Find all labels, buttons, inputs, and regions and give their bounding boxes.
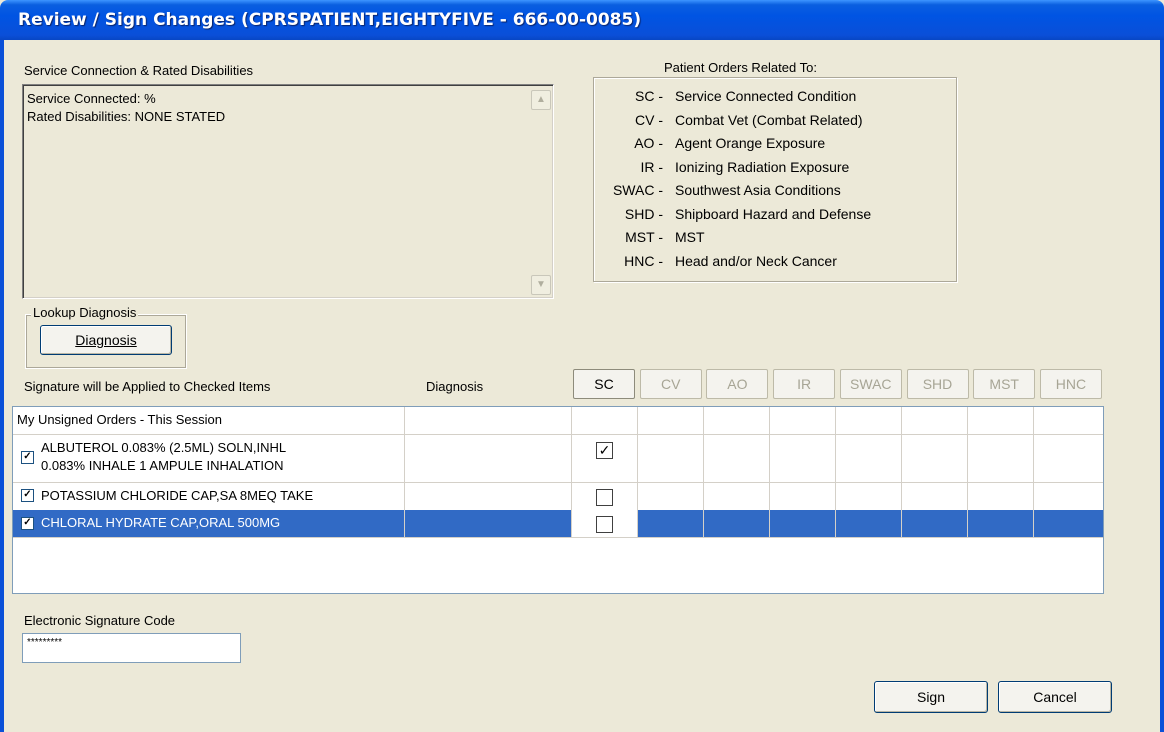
grid-column-divider: [835, 407, 836, 537]
legend-code-sc: SC -: [635, 88, 663, 104]
legend-text-sc: Service Connected Condition: [675, 88, 857, 104]
order-checkbox[interactable]: ✓: [21, 451, 34, 464]
window-frame-right: [1160, 40, 1164, 732]
legend-text-swac: Southwest Asia Conditions: [675, 182, 841, 198]
column-header-sc[interactable]: SC: [573, 369, 635, 399]
grid-column-divider: [404, 407, 405, 537]
legend-code-mst: MST -: [625, 229, 663, 245]
order-row-albuterol[interactable]: ✓ ALBUTEROL 0.083% (2.5ML) SOLN,INHL 0.0…: [13, 434, 1103, 483]
legend-text-mst: MST: [675, 229, 705, 245]
column-header-mst[interactable]: MST: [973, 369, 1036, 399]
sc-checkbox[interactable]: [596, 516, 613, 533]
grid-column-divider: [967, 407, 968, 537]
order-checkbox[interactable]: ✓: [21, 517, 34, 530]
scroll-down-icon[interactable]: ▼: [531, 275, 551, 295]
order-row-potassium[interactable]: ✓ POTASSIUM CHLORIDE CAP,SA 8MEQ TAKE: [13, 482, 1103, 511]
group-row[interactable]: My Unsigned Orders - This Session: [13, 407, 1103, 435]
legend-text-ir: Ionizing Radiation Exposure: [675, 158, 850, 175]
order-text-line1: POTASSIUM CHLORIDE CAP,SA 8MEQ TAKE: [41, 488, 314, 503]
legend-code-ir: IR -: [640, 158, 663, 175]
orders-grid[interactable]: My Unsigned Orders - This Session ✓ ALBU…: [12, 406, 1104, 594]
order-checkbox[interactable]: ✓: [21, 489, 34, 502]
legend-code-swac: SWAC -: [612, 182, 663, 198]
order-text-line2: 0.083% INHALE 1 AMPULE INHALATION: [41, 458, 284, 473]
diagnosis-button-label: Diagnosis: [75, 332, 137, 348]
legend-text-ao: Agent Orange Exposure: [675, 135, 826, 151]
rated-disabilities-line: Rated Disabilities: NONE STATED: [27, 109, 226, 124]
legend-code-ao: AO -: [634, 135, 663, 151]
sc-checkbox[interactable]: ✓: [596, 442, 613, 459]
order-text-line1: ALBUTEROL 0.083% (2.5ML) SOLN,INHL: [41, 440, 287, 455]
esig-label: Electronic Signature Code: [24, 613, 176, 628]
esig-value: *********: [27, 637, 63, 648]
column-header-ir[interactable]: IR: [773, 369, 836, 399]
column-header-swac[interactable]: SWAC: [839, 369, 902, 399]
legend-text-shd: Shipboard Hazard and Defense: [675, 205, 872, 222]
diagnosis-button[interactable]: Diagnosis: [40, 325, 172, 355]
cancel-button-label: Cancel: [1033, 689, 1077, 705]
diagnosis-column-label: Diagnosis: [426, 379, 484, 394]
legend-text-hnc: Head and/or Neck Cancer: [675, 252, 837, 269]
legend-code-hnc: HNC -: [624, 252, 663, 269]
group-row-label: My Unsigned Orders - This Session: [17, 412, 222, 427]
legend-box: [593, 77, 957, 282]
grid-column-divider: [703, 407, 704, 537]
grid-column-divider: [637, 407, 638, 537]
legend-text-cv: Combat Vet (Combat Related): [675, 111, 863, 128]
grid-column-divider: [571, 407, 572, 537]
service-connection-memo[interactable]: Service Connected: % Rated Disabilities:…: [22, 84, 554, 299]
legend-title: Patient Orders Related To:: [664, 60, 817, 75]
title-bar[interactable]: Review / Sign Changes (CPRSPATIENT,EIGHT…: [0, 0, 1164, 40]
scroll-up-icon[interactable]: ▲: [531, 90, 551, 110]
column-header-cv[interactable]: CV: [639, 369, 702, 399]
cancel-button[interactable]: Cancel: [998, 681, 1112, 713]
order-text-line1: CHLORAL HYDRATE CAP,ORAL 500MG: [41, 515, 281, 530]
sign-button[interactable]: Sign: [874, 681, 988, 713]
order-row-chloral[interactable]: ✓ CHLORAL HYDRATE CAP,ORAL 500MG: [13, 510, 1103, 538]
window-title: Review / Sign Changes (CPRSPATIENT,EIGHT…: [18, 10, 642, 30]
sign-button-label: Sign: [916, 689, 946, 705]
grid-column-divider: [769, 407, 770, 537]
lookup-diagnosis-label: Lookup Diagnosis: [31, 305, 139, 320]
signature-applied-label: Signature will be Applied to Checked Ite…: [24, 379, 271, 394]
service-connected-line: Service Connected: %: [27, 91, 156, 106]
sc-checkbox[interactable]: [596, 489, 613, 506]
esig-input[interactable]: *********: [22, 633, 241, 663]
window-frame-left: [0, 40, 4, 732]
column-header-hnc[interactable]: HNC: [1039, 369, 1102, 399]
grid-column-divider: [1033, 407, 1034, 537]
column-header-ao[interactable]: AO: [706, 369, 769, 399]
legend-code-shd: SHD -: [624, 205, 663, 222]
legend-code-cv: CV -: [635, 111, 663, 128]
column-header-shd[interactable]: SHD: [906, 369, 969, 399]
service-connection-label: Service Connection & Rated Disabilities: [24, 63, 254, 78]
grid-column-divider: [901, 407, 902, 537]
